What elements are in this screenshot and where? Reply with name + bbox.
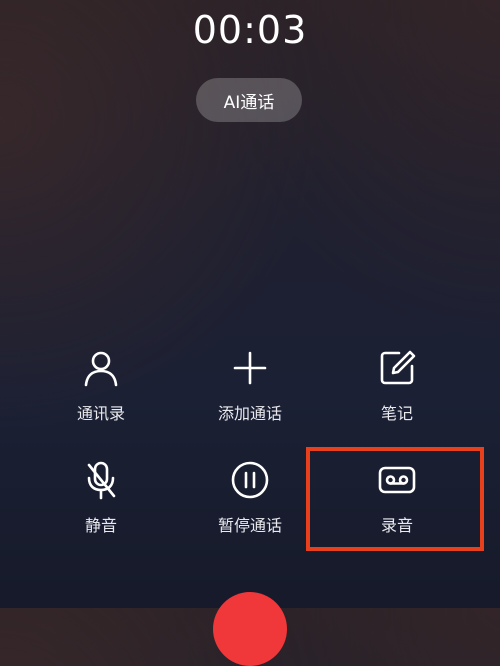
ai-call-button[interactable]: AI通话 (196, 78, 302, 122)
plus-icon (230, 348, 270, 388)
add-call-label: 添加通话 (217, 404, 282, 423)
hold-call-button[interactable]: 暂停通话 (175, 460, 325, 560)
ai-call-label: AI通话 (223, 92, 275, 113)
note-edit-icon (377, 348, 417, 388)
notes-label: 笔记 (380, 404, 413, 423)
pause-circle-icon (230, 460, 270, 500)
mute-label: 静音 (84, 516, 117, 535)
notes-button[interactable]: 笔记 (322, 348, 472, 448)
add-call-button[interactable]: 添加通话 (175, 348, 325, 448)
person-icon (81, 348, 121, 388)
hold-call-label: 暂停通话 (217, 516, 282, 535)
contacts-button[interactable]: 通讯录 (26, 348, 176, 448)
call-timer: 00:03 (192, 8, 308, 52)
mic-off-icon (81, 460, 121, 500)
record-highlight-box (306, 447, 484, 551)
mute-button[interactable]: 静音 (26, 460, 176, 560)
end-call-button[interactable] (213, 592, 287, 666)
contacts-label: 通讯录 (76, 404, 125, 423)
